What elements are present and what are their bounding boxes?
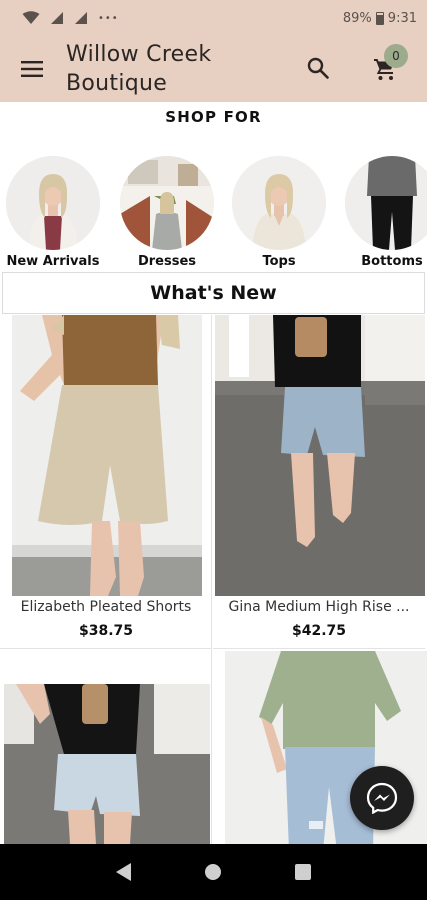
product-card[interactable]: [0, 649, 212, 844]
whats-new-heading: What's New: [2, 272, 425, 314]
recents-icon[interactable]: [294, 863, 312, 881]
hamburger-menu-icon: [21, 61, 43, 77]
system-navigation-bar: [0, 844, 427, 900]
cart-count-badge: 0: [384, 44, 408, 68]
messenger-icon: [366, 782, 398, 814]
clock: 9:31: [387, 10, 417, 26]
more-notifications-icon: •••: [98, 12, 119, 24]
main-content[interactable]: SHOP FOR New Arrivals Dresses Tops Botto…: [0, 102, 427, 844]
signal-icon: [51, 12, 63, 24]
battery-icon: [375, 11, 384, 25]
product-image: [215, 315, 425, 596]
app-bar: Willow Creek Boutique 0: [0, 36, 427, 102]
category-label: Bottoms: [361, 254, 423, 269]
product-name: Elizabeth Pleated Shorts: [20, 599, 192, 615]
search-button[interactable]: [296, 46, 340, 90]
category-label: New Arrivals: [6, 254, 100, 269]
menu-button[interactable]: [0, 36, 64, 102]
back-icon[interactable]: [115, 862, 133, 882]
status-right: 89% 9:31: [343, 11, 417, 26]
category-dresses[interactable]: Dresses: [111, 156, 223, 269]
product-image: [4, 684, 210, 844]
status-icons: •••: [22, 11, 119, 25]
category-bottoms[interactable]: Bottoms: [336, 156, 427, 269]
category-tops[interactable]: Tops: [223, 156, 335, 269]
wifi-icon: [22, 11, 40, 24]
app-screen: ••• 89% 9:31 Willow Creek Boutique 0 SHO…: [0, 0, 427, 900]
search-icon: [307, 57, 329, 79]
battery-percent: 89%: [342, 10, 372, 26]
category-new-arrivals[interactable]: New Arrivals: [0, 156, 109, 269]
category-label: Tops: [262, 254, 296, 269]
product-card[interactable]: Gina Medium High Rise ... $42.75: [213, 315, 425, 649]
product-image: [12, 315, 202, 596]
home-icon[interactable]: [203, 862, 223, 882]
messenger-chat-button[interactable]: [350, 766, 414, 830]
signal-2-icon: [75, 12, 87, 24]
product-name: Gina Medium High Rise ...: [228, 599, 410, 615]
category-label: Dresses: [137, 254, 197, 269]
cart-button[interactable]: 0: [360, 44, 410, 92]
status-bar: ••• 89% 9:31: [0, 0, 427, 36]
store-title: Willow Creek Boutique: [66, 42, 212, 96]
category-new-arrivals-image: [6, 156, 100, 250]
product-card[interactable]: Elizabeth Pleated Shorts $38.75: [0, 315, 212, 649]
category-dresses-image: [120, 156, 214, 250]
product-price: $42.75: [291, 623, 347, 639]
shop-for-heading: SHOP FOR: [165, 108, 262, 126]
product-price: $38.75: [78, 623, 134, 639]
category-tops-image: [232, 156, 326, 250]
category-bottoms-image: [345, 156, 427, 250]
